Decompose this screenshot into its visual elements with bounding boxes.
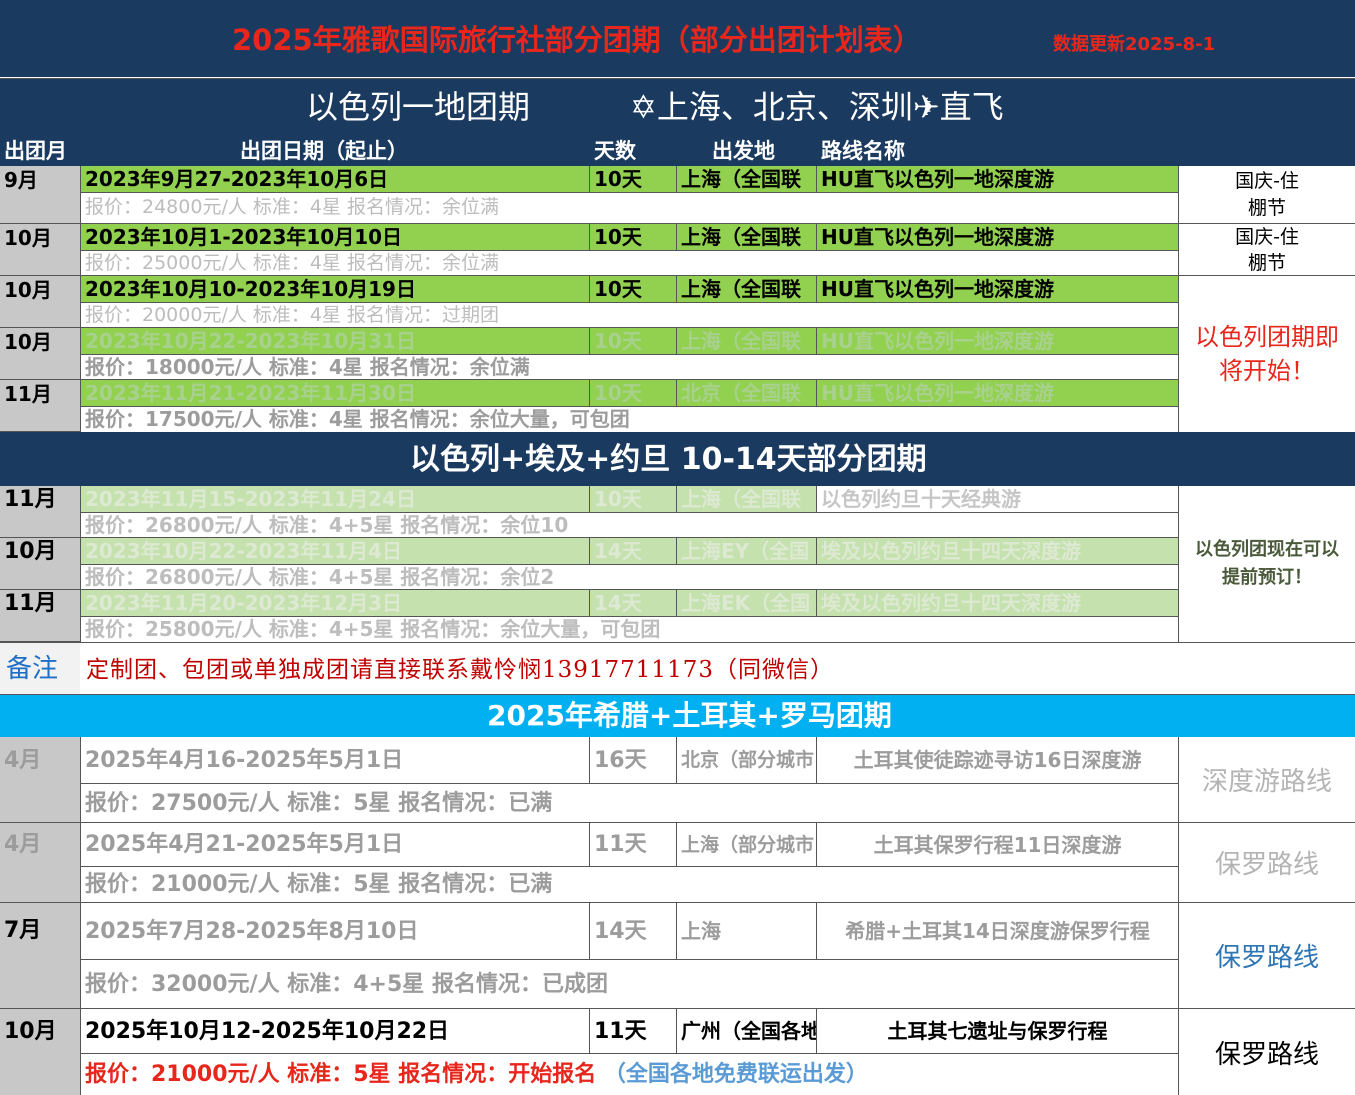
combo-section-title: 以色列+埃及+约旦 10-14天部分团期 xyxy=(410,442,927,477)
origin-cell: 上海（部分城市 xyxy=(677,823,817,867)
price-line: 报价：25000元/人 标准：4星 报名情况：余位满 xyxy=(80,251,1178,276)
col-dates: 出团日期（起止） xyxy=(240,139,408,163)
route-cell: HU直飞以色列一地深度游 xyxy=(817,380,1178,407)
month-label: 11月 xyxy=(4,382,52,406)
price-line: 报价：32000元/人 标准：4+5星 报名情况：已成团 xyxy=(80,960,1178,1009)
month-label: 11月 xyxy=(4,591,57,616)
date-cell: 2023年11月15-2023年11月24日 xyxy=(80,486,590,513)
month-label: 10月 xyxy=(4,278,52,302)
price-line: 报价：27500元/人 标准：5星 报名情况：已满 xyxy=(80,784,1178,823)
price-line: 报价：24800元/人 标准：4星 报名情况：余位满 xyxy=(80,193,1178,224)
month-label: 11月 xyxy=(4,487,57,512)
price-line: 报价：18000元/人 标准：4星 报名情况：余位满 xyxy=(80,355,1178,380)
month-label: 10月 xyxy=(4,226,52,250)
date-cell: 2025年4月21-2025年5月1日 xyxy=(80,823,590,867)
month-label: 10月 xyxy=(4,539,57,564)
month-label: 9月 xyxy=(4,168,38,192)
days-cell: 10天 xyxy=(590,486,677,513)
route-cell: 希腊+土耳其14日深度游保罗行程 xyxy=(817,903,1178,960)
price-line: 报价：17500元/人 标准：4星 报名情况：余位大量，可包团 xyxy=(80,407,1178,432)
days-cell: 10天 xyxy=(590,276,677,303)
price-line: 报价：26800元/人 标准：4+5星 报名情况：余位10 xyxy=(80,513,1178,538)
price-line: 报价：21000元/人 标准：5星 报名情况：已满 xyxy=(80,867,1178,903)
route-cell: 土耳其保罗行程11日深度游 xyxy=(817,823,1178,867)
side-note: 国庆-住棚节 xyxy=(1178,224,1355,276)
origin-cell: 上海（全国联 xyxy=(677,166,817,193)
origin-cell: 上海 xyxy=(677,903,817,960)
date-cell: 2023年10月22-2023年10月31日 xyxy=(80,328,590,355)
route-cell: 土耳其使徒踪迹寻访16日深度游 xyxy=(817,737,1178,784)
route-cell: 埃及以色列约旦十四天深度游 xyxy=(817,538,1178,565)
days-cell: 10天 xyxy=(590,166,677,193)
route-cell: HU直飞以色列一地深度游 xyxy=(817,328,1178,355)
israel-side-note: 以色列团期即将开始！ xyxy=(1178,276,1355,432)
route-cell: HU直飞以色列一地深度游 xyxy=(817,166,1178,193)
update-date: 数据更新2025-8-1 xyxy=(1053,34,1216,55)
month-label: 4月 xyxy=(4,748,42,773)
month-label: 10月 xyxy=(4,1019,57,1044)
route-cell: HU直飞以色列一地深度游 xyxy=(817,224,1178,251)
origin-cell: 广州（全国各地 xyxy=(677,1009,817,1054)
col-origin: 出发地 xyxy=(712,139,775,163)
origin-cell: 上海（全国联 xyxy=(677,276,817,303)
origin-cell: 北京（部分城市 xyxy=(677,737,817,784)
remark-label: 备注 xyxy=(6,654,59,684)
date-cell: 2025年4月16-2025年5月1日 xyxy=(80,737,590,784)
price-line: 报价：25800元/人 标准：4+5星 报名情况：余位大量，可包团 xyxy=(80,617,1178,642)
col-route: 路线名称 xyxy=(821,139,905,163)
month-label: 10月 xyxy=(4,330,52,354)
days-cell: 11天 xyxy=(590,1009,677,1054)
origin-cell: 上海EK（全国 xyxy=(677,590,817,617)
days-cell: 14天 xyxy=(590,903,677,960)
date-cell: 2025年10月12-2025年10月22日 xyxy=(80,1009,590,1054)
route-cell: 土耳其七遗址与保罗行程 xyxy=(817,1009,1178,1054)
side-note: 保罗路线 xyxy=(1178,823,1355,903)
route-cell: 以色列约旦十天经典游 xyxy=(817,486,1178,513)
remark-text: 定制团、包团或单独成团请直接联系戴怜悯13917711173（同微信） xyxy=(86,657,834,683)
route-cell: 埃及以色列约旦十四天深度游 xyxy=(817,590,1178,617)
route-cell: HU直飞以色列一地深度游 xyxy=(817,276,1178,303)
side-note: 保罗路线 xyxy=(1178,1009,1355,1095)
israel-section-title: 以色列一地团期 xyxy=(306,88,531,126)
date-cell: 2023年10月1-2023年10月10日 xyxy=(80,224,590,251)
israel-cities: ✡上海、北京、深圳✈直飞 xyxy=(630,88,1004,126)
page-title: 2025年雅歌国际旅行社部分团期（部分出团计划表） xyxy=(232,23,922,57)
price-line-row: 报价：21000元/人 标准：5星 报名情况：开始报名 （全国各地免费联运出发） xyxy=(80,1054,1178,1095)
price-line: 报价：26800元/人 标准：4+5星 报名情况：余位2 xyxy=(80,565,1178,590)
side-note: 保罗路线 xyxy=(1178,903,1355,1009)
date-cell: 2023年9月27-2023年10月6日 xyxy=(80,166,590,193)
col-month: 出团月 xyxy=(4,139,67,163)
origin-cell: 上海EY（全国 xyxy=(677,538,817,565)
days-cell: 16天 xyxy=(590,737,677,784)
date-cell: 2023年11月21-2023年11月30日 xyxy=(80,380,590,407)
days-cell: 11天 xyxy=(590,823,677,867)
combo-side-note: 以色列团现在可以提前预订！ xyxy=(1178,486,1355,642)
origin-cell: 上海（全国联 xyxy=(677,224,817,251)
month-label: 4月 xyxy=(4,832,42,857)
greece-section-title: 2025年希腊+土耳其+罗马团期 xyxy=(487,699,892,732)
price-text: 报价：21000元/人 标准：5星 报名情况：开始报名 xyxy=(85,1062,597,1087)
side-note: 国庆-住棚节 xyxy=(1178,166,1355,224)
month-label: 7月 xyxy=(4,918,42,943)
date-cell: 2023年11月20-2023年12月3日 xyxy=(80,590,590,617)
column-header-row xyxy=(0,135,1355,166)
origin-cell: 上海（全国联 xyxy=(677,486,817,513)
price-extra: （全国各地免费联运出发） xyxy=(603,1062,868,1087)
date-cell: 2023年10月10-2023年10月19日 xyxy=(80,276,590,303)
days-cell: 10天 xyxy=(590,380,677,407)
side-note: 深度游路线 xyxy=(1178,737,1355,823)
col-days: 天数 xyxy=(594,139,636,163)
date-cell: 2025年7月28-2025年8月10日 xyxy=(80,903,590,960)
origin-cell: 上海（全国联 xyxy=(677,328,817,355)
days-cell: 14天 xyxy=(590,538,677,565)
price-line: 报价：20000元/人 标准：4星 报名情况：过期团 xyxy=(80,303,1178,328)
days-cell: 10天 xyxy=(590,224,677,251)
schedule-sheet: 2025年雅歌国际旅行社部分团期（部分出团计划表） 数据更新2025-8-1 以… xyxy=(0,0,1355,1095)
days-cell: 10天 xyxy=(590,328,677,355)
days-cell: 14天 xyxy=(590,590,677,617)
origin-cell: 北京（全国联 xyxy=(677,380,817,407)
date-cell: 2023年10月22-2023年11月4日 xyxy=(80,538,590,565)
